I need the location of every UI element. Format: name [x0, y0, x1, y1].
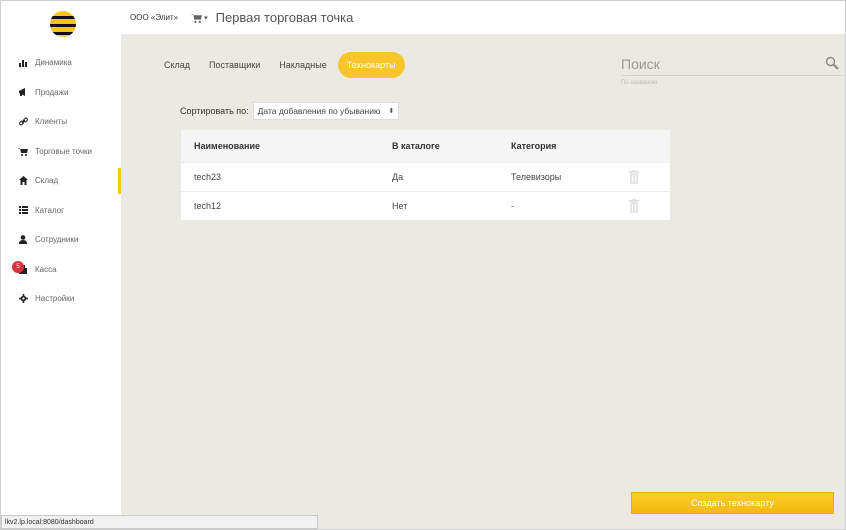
tab-suppliers[interactable]: Поставщики: [201, 52, 268, 78]
cart-icon: [191, 13, 203, 23]
cart-icon: [18, 146, 28, 156]
tab-techcards[interactable]: Технокарты: [337, 52, 405, 78]
sidebar-item-stores[interactable]: Торговые точки: [1, 137, 121, 167]
tab-bar: Склад Поставщики Накладные Технокарты: [156, 52, 408, 78]
cell-in-catalog: Да: [392, 172, 404, 182]
sidebar-item-label: Настройки: [35, 294, 75, 304]
sidebar-item-label: Каталог: [35, 205, 65, 215]
table-header: Наименование В каталоге Категория: [181, 130, 670, 162]
notification-badge: 5: [12, 260, 24, 273]
search-input[interactable]: Поиск: [621, 52, 843, 76]
column-header-in-catalog[interactable]: В каталоге: [392, 141, 440, 151]
cell-category: -: [511, 201, 514, 211]
cell-name: tech12: [194, 201, 222, 211]
search-hint: По названию: [621, 80, 658, 86]
megaphone-icon: [18, 87, 28, 97]
sidebar-item-label: Склад: [35, 176, 59, 186]
sidebar-item-clients[interactable]: Клиенты: [1, 107, 121, 137]
browser-status-url: lkv2.lp.local:8080/dashboard: [1, 515, 318, 529]
sidebar-item-label: Торговые точки: [35, 146, 93, 156]
cell-in-catalog: Нет: [392, 201, 408, 211]
logo-area: [1, 1, 121, 48]
techcards-table: Наименование В каталоге Категория tech23…: [181, 130, 670, 220]
sidebar-item-label: Продажи: [35, 87, 69, 97]
bar-chart-icon: [18, 58, 28, 68]
main-content: Склад Поставщики Накладные Технокарты По…: [121, 34, 845, 529]
tab-warehouse[interactable]: Склад: [156, 52, 198, 78]
sidebar-item-settings[interactable]: Настройки: [1, 284, 121, 314]
chevron-down-icon: ▾: [204, 14, 208, 22]
column-header-name[interactable]: Наименование: [194, 141, 260, 151]
column-header-category[interactable]: Категория: [511, 141, 556, 151]
sort-label: Сортировать по:: [180, 106, 249, 116]
store-name: Первая торговая точка: [215, 10, 354, 25]
sidebar-item-employees[interactable]: Сотрудники: [1, 225, 121, 255]
sort-select[interactable]: Дата добавления по убыванию ⬍: [252, 102, 400, 120]
sidebar-item-cashbox[interactable]: 5 Касса: [1, 255, 121, 285]
trash-icon[interactable]: [629, 199, 639, 213]
select-arrows-icon: ⬍: [388, 108, 395, 115]
tab-invoices[interactable]: Накладные: [271, 52, 335, 78]
table-row[interactable]: tech23 Да Телевизоры: [181, 162, 670, 191]
search-box: Поиск По названию: [621, 52, 843, 86]
gear-icon: [18, 294, 28, 304]
org-name[interactable]: ООО «Элит»: [130, 13, 178, 22]
link-icon: [18, 117, 28, 127]
table-row[interactable]: tech12 Нет -: [181, 191, 670, 220]
sidebar-item-label: Касса: [35, 264, 57, 274]
beeline-logo[interactable]: [50, 11, 76, 37]
sidebar-item-warehouse[interactable]: Склад: [1, 166, 121, 196]
search-icon[interactable]: [825, 56, 839, 70]
cell-category: Телевизоры: [511, 172, 562, 182]
sidebar-item-label: Динамика: [35, 58, 72, 68]
sidebar-item-label: Сотрудники: [35, 235, 79, 245]
trash-icon[interactable]: [629, 170, 639, 184]
store-selector[interactable]: ▾: [191, 13, 208, 23]
sidebar-item-label: Клиенты: [35, 117, 68, 127]
create-techcard-button[interactable]: Создать технокарту: [631, 492, 834, 514]
top-bar: ООО «Элит» ▾ Первая торговая точка: [121, 1, 845, 34]
sidebar-item-sales[interactable]: Продажи: [1, 78, 121, 108]
home-icon: [18, 176, 28, 186]
list-icon: [18, 205, 28, 215]
cell-name: tech23: [194, 172, 222, 182]
sidebar-item-dynamics[interactable]: Динамика: [1, 48, 121, 78]
sidebar-item-catalog[interactable]: Каталог: [1, 196, 121, 226]
sort-value: Дата добавления по убыванию: [257, 106, 381, 116]
sort-control: Сортировать по: Дата добавления по убыва…: [180, 102, 400, 120]
sidebar: Динамика Продажи Клиенты Торговые точки …: [1, 1, 121, 529]
sidebar-nav: Динамика Продажи Клиенты Торговые точки …: [1, 48, 121, 314]
user-icon: [18, 235, 28, 245]
